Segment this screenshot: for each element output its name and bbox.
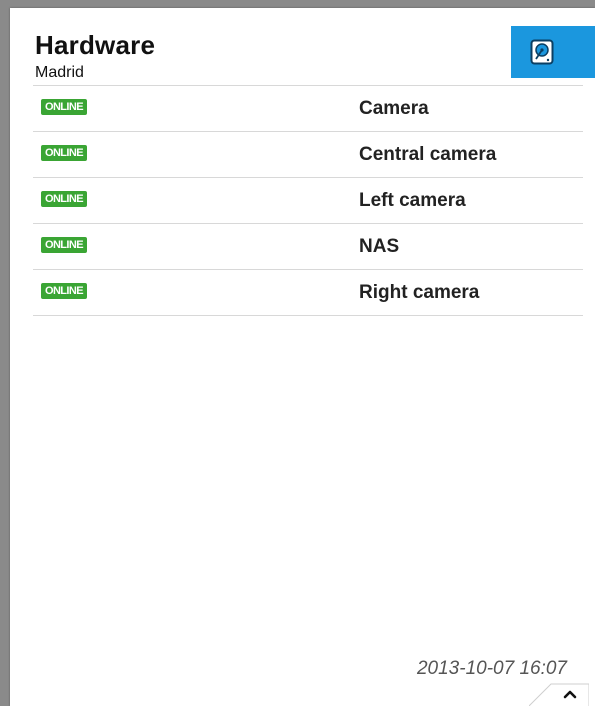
chevron-up-icon: [529, 683, 589, 706]
status-badge: ONLINE: [41, 191, 87, 207]
panel-title: Hardware: [35, 30, 156, 60]
device-name[interactable]: Central camera: [359, 144, 496, 166]
device-name[interactable]: Left camera: [359, 190, 466, 212]
hard-drive-button[interactable]: [511, 26, 595, 78]
status-badge: ONLINE: [41, 145, 87, 161]
status-badge: ONLINE: [41, 237, 87, 253]
collapse-button[interactable]: [529, 682, 589, 706]
device-row[interactable]: ONLINE Right camera: [33, 270, 583, 316]
location-label: Madrid: [35, 64, 84, 81]
device-row[interactable]: ONLINE Central camera: [33, 132, 583, 178]
device-list: ONLINE Camera ONLINE Central camera ONLI…: [33, 85, 583, 316]
hard-drive-icon: [530, 39, 554, 65]
device-row[interactable]: ONLINE Camera: [33, 86, 583, 132]
device-row[interactable]: ONLINE NAS: [33, 224, 583, 270]
device-name[interactable]: Camera: [359, 98, 429, 120]
device-name[interactable]: Right camera: [359, 282, 479, 304]
status-badge: ONLINE: [41, 283, 87, 299]
device-row[interactable]: ONLINE Left camera: [33, 178, 583, 224]
hardware-panel: Hardware Madrid ONLINE Camera ONLINE Cen…: [10, 8, 595, 706]
status-badge: ONLINE: [41, 99, 87, 115]
last-updated-timestamp: 2013-10-07 16:07: [416, 658, 567, 679]
device-name[interactable]: NAS: [359, 236, 399, 258]
